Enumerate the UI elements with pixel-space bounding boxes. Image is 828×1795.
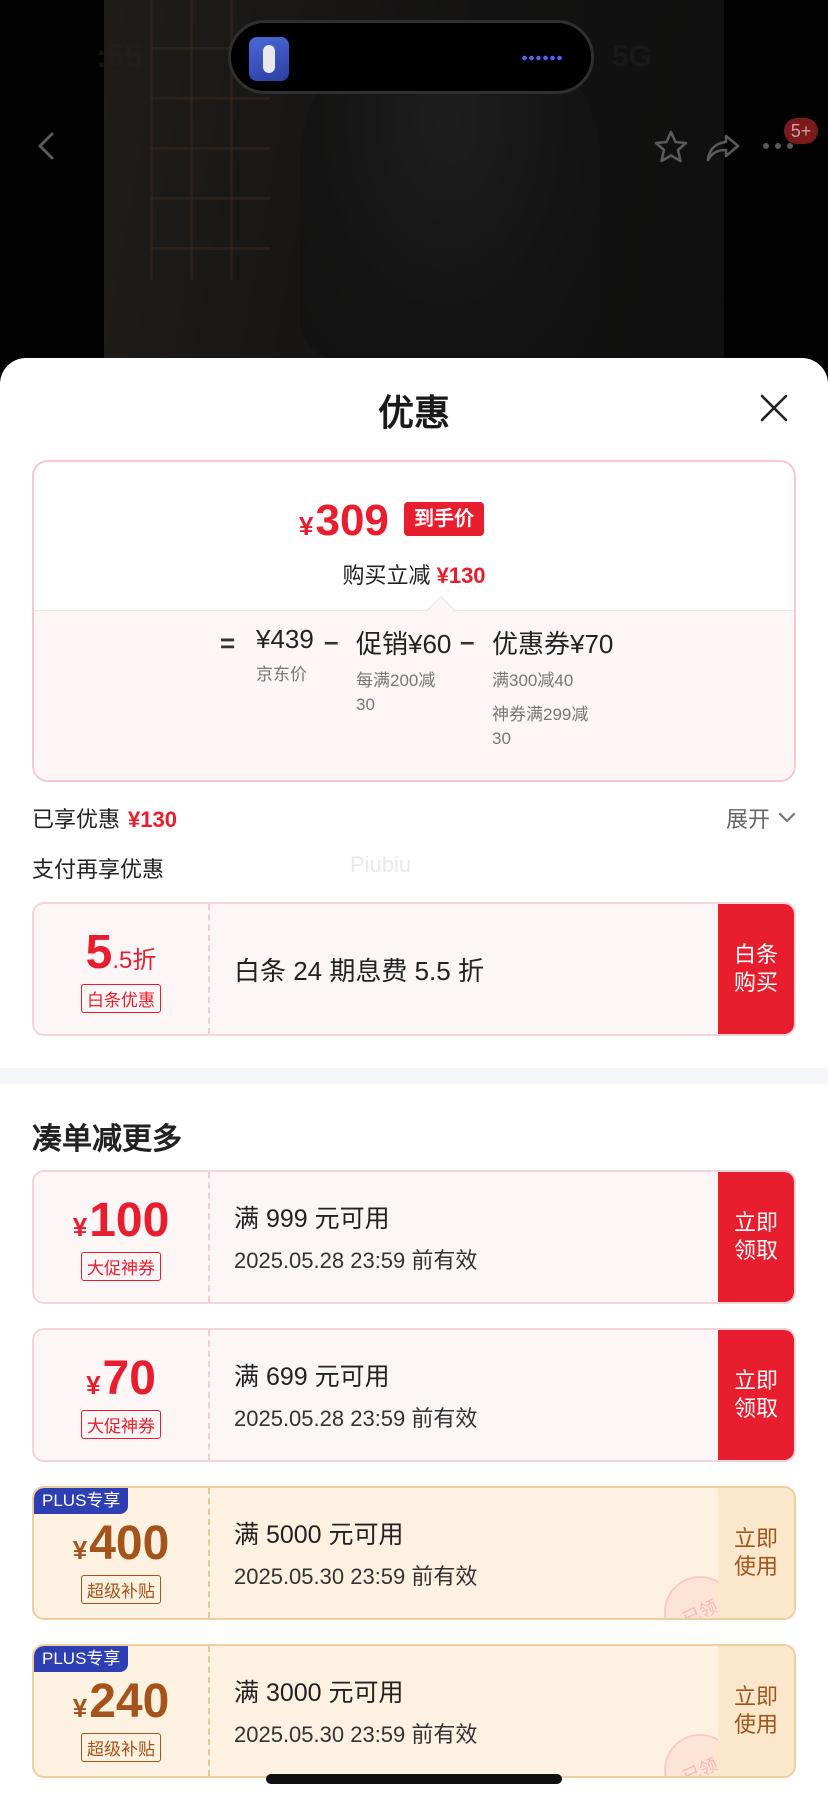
coupon-info: 满 5000 元可用 2025.05.30 23:59 前有效 bbox=[234, 1488, 477, 1618]
coupon-amount: ¥ 70 bbox=[86, 1351, 156, 1406]
coupon-condition: 满 3000 元可用 bbox=[234, 1679, 404, 1707]
pay-more-label: 支付再享优惠 bbox=[32, 857, 165, 882]
chevron-down-icon bbox=[778, 812, 796, 823]
coupon-expiry: 2025.05.28 23:59 前有效 bbox=[234, 1406, 478, 1431]
coupon-amount: ¥ 240 bbox=[73, 1674, 170, 1729]
coupon-tag: 超级补贴 bbox=[81, 1575, 161, 1604]
coupon-condition: 满 699 元可用 bbox=[234, 1363, 390, 1391]
coupon-card: ¥ 70 大促神券 满 699 元可用 2025.05.28 23:59 前有效… bbox=[32, 1328, 796, 1462]
baitiao-offer-info: 白条 24 期息费 5.5 折 bbox=[234, 904, 484, 1034]
coupon-amount-value: 70 bbox=[102, 1352, 156, 1405]
final-price: ¥ 309 bbox=[299, 496, 389, 546]
use-coupon-button[interactable]: 立即使用 bbox=[718, 1488, 794, 1618]
dynamic-island bbox=[228, 20, 594, 94]
baitiao-tag: 白条优惠 bbox=[81, 984, 161, 1013]
instant-discount: 购买立减 ¥130 bbox=[34, 558, 794, 590]
breakdown-main: 优惠券¥70 bbox=[492, 629, 614, 659]
island-activity-icon bbox=[521, 55, 563, 61]
baitiao-amount: 5 .5折 bbox=[86, 925, 157, 980]
baitiao-amount-small: .5折 bbox=[112, 947, 157, 974]
coupon-expiry: 2025.05.30 23:59 前有效 bbox=[234, 1722, 478, 1747]
watermark: Piubiu bbox=[350, 852, 412, 877]
coupon-tag: 超级补贴 bbox=[81, 1733, 161, 1762]
baitiao-description: 白条 24 期息费 5.5 折 bbox=[234, 955, 484, 986]
discount-sheet: 优惠 ¥ 309 到手价 购买立减 ¥130 = ¥439 京东价 – 促销¥6… bbox=[0, 358, 828, 1795]
enjoyed-amount: ¥130 bbox=[128, 807, 177, 832]
breakdown-sub: 30 bbox=[492, 729, 511, 748]
coupon-info: 满 3000 元可用 2025.05.30 23:59 前有效 bbox=[234, 1646, 477, 1776]
status-network: 5G bbox=[612, 40, 653, 73]
island-thumbnail bbox=[249, 37, 289, 81]
section-divider bbox=[0, 1068, 828, 1084]
coupon-currency: ¥ bbox=[72, 1693, 88, 1723]
breakdown-sub: 满300减40 bbox=[492, 671, 574, 690]
coupon-currency: ¥ bbox=[86, 1370, 101, 1400]
plus-coupon-card: PLUS专享 ¥ 240 超级补贴 满 3000 元可用 2025.05.30 … bbox=[32, 1644, 796, 1778]
baitiao-buy-button[interactable]: 白条购买 bbox=[718, 904, 794, 1034]
coupon-amount-value: 100 bbox=[89, 1194, 170, 1247]
plus-coupon-card: PLUS专享 ¥ 400 超级补贴 满 5000 元可用 2025.05.30 … bbox=[32, 1486, 796, 1620]
baitiao-offer-card: 5 .5折 白条优惠 白条 24 期息费 5.5 折 白条购买 bbox=[32, 902, 796, 1036]
breakdown-sub-block: 每满200减 30 bbox=[356, 669, 451, 717]
baitiao-amount-big: 5 bbox=[85, 926, 113, 979]
share-icon[interactable] bbox=[704, 128, 742, 166]
breakdown-sub: 30 bbox=[356, 695, 375, 714]
coupon-currency: ¥ bbox=[72, 1212, 88, 1242]
more-section-title: 凑单减更多 bbox=[32, 1123, 182, 1156]
price-summary: ¥ 309 到手价 购买立减 ¥130 = ¥439 京东价 – 促销¥60 每… bbox=[32, 460, 796, 782]
coupon-value: ¥ 70 大促神券 bbox=[34, 1330, 210, 1460]
coupon-amount-value: 400 bbox=[89, 1517, 170, 1570]
minus-sign: – bbox=[324, 626, 339, 656]
claim-coupon-button[interactable]: 立即领取 bbox=[718, 1172, 794, 1302]
breakdown-sub: 神券满299减 bbox=[492, 705, 589, 724]
coupon-value: ¥ 400 超级补贴 bbox=[34, 1488, 210, 1618]
star-icon[interactable] bbox=[652, 128, 690, 166]
home-indicator[interactable] bbox=[266, 1774, 562, 1784]
coupon-amount: ¥ 100 bbox=[73, 1193, 170, 1248]
baitiao-offer-value: 5 .5折 白条优惠 bbox=[34, 904, 210, 1034]
use-coupon-button[interactable]: 立即使用 bbox=[718, 1646, 794, 1776]
message-badge: 5+ bbox=[784, 118, 818, 144]
breakdown-promotion: 促销¥60 每满200减 30 bbox=[356, 624, 451, 717]
coupon-currency: ¥ bbox=[72, 1535, 88, 1565]
claim-coupon-button[interactable]: 立即领取 bbox=[718, 1330, 794, 1460]
coupon-amount: ¥ 400 bbox=[73, 1516, 170, 1571]
close-icon[interactable] bbox=[756, 390, 792, 426]
breakdown-jd-price: ¥439 京东价 bbox=[256, 624, 314, 687]
coupon-tag: 大促神券 bbox=[81, 1410, 161, 1439]
final-price-value: 309 bbox=[315, 496, 389, 545]
coupon-condition: 满 5000 元可用 bbox=[234, 1521, 404, 1549]
breakdown-sub: 京东价 bbox=[256, 665, 307, 684]
breakdown-sub-block: 满300减40 神券满299减 30 bbox=[492, 669, 613, 751]
enjoyed-discount: 已享优惠 ¥130 bbox=[32, 802, 177, 834]
coupon-info: 满 999 元可用 2025.05.28 23:59 前有效 bbox=[234, 1172, 477, 1302]
coupon-tag: 大促神券 bbox=[81, 1252, 161, 1281]
breakdown-sub: 每满200减 bbox=[356, 671, 436, 690]
final-price-tag: 到手价 bbox=[404, 502, 484, 536]
breakdown-main: ¥439 bbox=[256, 624, 314, 654]
final-price-currency: ¥ bbox=[299, 511, 314, 541]
coupon-card: ¥ 100 大促神券 满 999 元可用 2025.05.28 23:59 前有… bbox=[32, 1170, 796, 1304]
enjoyed-label: 已享优惠 bbox=[32, 807, 121, 832]
instant-discount-label: 购买立减 bbox=[342, 563, 431, 588]
coupon-amount-value: 240 bbox=[89, 1675, 170, 1728]
breakdown-main: 促销¥60 bbox=[356, 629, 452, 659]
expand-toggle[interactable]: 展开 bbox=[726, 802, 796, 834]
coupon-value: ¥ 100 大促神券 bbox=[34, 1172, 210, 1302]
coupon-value: ¥ 240 超级补贴 bbox=[34, 1646, 210, 1776]
instant-discount-amount: ¥130 bbox=[436, 563, 486, 588]
status-time: :55 bbox=[96, 38, 143, 74]
sheet-title: 优惠 bbox=[377, 392, 450, 433]
coupon-expiry: 2025.05.28 23:59 前有效 bbox=[234, 1248, 478, 1273]
coupon-info: 满 699 元可用 2025.05.28 23:59 前有效 bbox=[234, 1330, 477, 1460]
coupon-expiry: 2025.05.30 23:59 前有效 bbox=[234, 1564, 478, 1589]
equals-sign: = bbox=[220, 628, 236, 658]
product-image-background: :55 5G 5+ bbox=[0, 0, 828, 380]
breakdown-coupon: 优惠券¥70 满300减40 神券满299减 30 bbox=[492, 624, 613, 751]
back-arrow-icon[interactable] bbox=[30, 128, 66, 164]
minus-sign: – bbox=[460, 626, 475, 656]
coupon-condition: 满 999 元可用 bbox=[234, 1205, 390, 1233]
expand-label: 展开 bbox=[725, 807, 770, 832]
